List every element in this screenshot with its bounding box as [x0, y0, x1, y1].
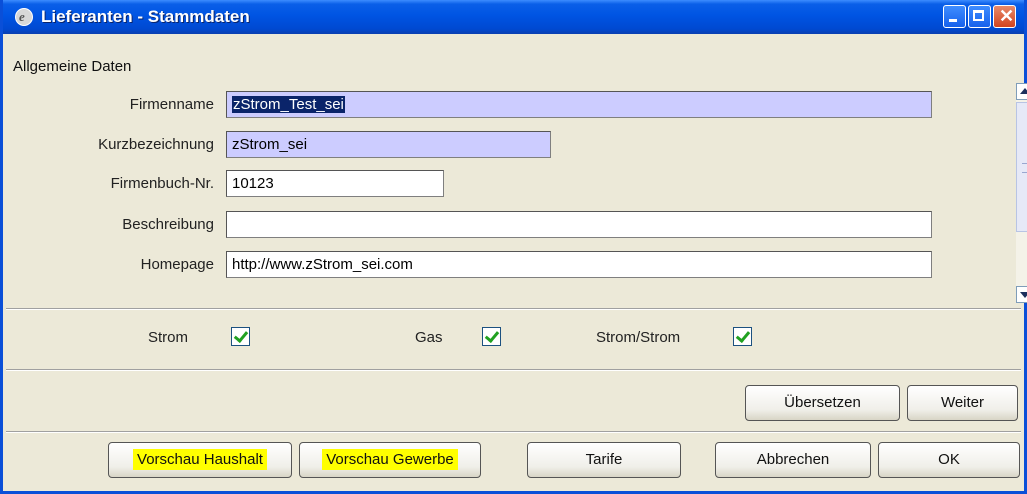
- close-icon[interactable]: ✕: [993, 5, 1016, 28]
- tarife-button[interactable]: Tarife: [527, 442, 681, 478]
- window-title: Lieferanten - Stammdaten: [41, 7, 250, 26]
- kurzbezeichnung-label: Kurzbezeichnung: [98, 136, 214, 153]
- title-bar[interactable]: e Lieferanten - Stammdaten ✕: [3, 0, 1024, 34]
- kurzbezeichnung-field[interactable]: zStrom_sei: [226, 131, 551, 158]
- gas-checkbox[interactable]: [482, 327, 501, 346]
- divider: [6, 308, 1021, 310]
- scroll-up-icon[interactable]: [1016, 83, 1027, 100]
- homepage-field[interactable]: http://www.zStrom_sei.com: [226, 251, 932, 278]
- beschreibung-label: Beschreibung: [122, 216, 214, 233]
- ok-button[interactable]: OK: [878, 442, 1020, 478]
- vorschau-haushalt-label: Vorschau Haushalt: [133, 449, 267, 470]
- divider: [6, 431, 1021, 433]
- abbrechen-button[interactable]: Abbrechen: [715, 442, 871, 478]
- divider: [6, 369, 1021, 371]
- firmenname-value: zStrom_Test_sei: [232, 96, 345, 113]
- strom-label: Strom: [148, 329, 189, 346]
- firmenbuch-field[interactable]: 10123: [226, 170, 444, 197]
- dialog-window: e Lieferanten - Stammdaten ✕ Allgemeine …: [0, 0, 1027, 494]
- vorschau-haushalt-button[interactable]: Vorschau Haushalt: [108, 442, 292, 478]
- uebersetzen-button[interactable]: Übersetzen: [745, 385, 900, 421]
- weiter-button[interactable]: Weiter: [907, 385, 1018, 421]
- firmenname-label: Firmenname: [129, 96, 214, 113]
- vertical-scrollbar[interactable]: [1016, 83, 1027, 303]
- vorschau-gewerbe-label: Vorschau Gewerbe: [322, 449, 458, 470]
- minimize-icon[interactable]: [943, 5, 966, 28]
- scroll-thumb[interactable]: [1016, 102, 1027, 232]
- firmenname-field[interactable]: zStrom_Test_sei: [226, 91, 932, 118]
- maximize-icon[interactable]: [968, 5, 991, 28]
- section-title: Allgemeine Daten: [13, 58, 132, 75]
- strom-strom-label: Strom/Strom: [596, 329, 681, 346]
- strom-checkbox[interactable]: [231, 327, 250, 346]
- gas-label: Gas: [415, 329, 443, 346]
- scroll-down-icon[interactable]: [1016, 286, 1027, 303]
- vorschau-gewerbe-button[interactable]: Vorschau Gewerbe: [299, 442, 481, 478]
- grip-icon: [1022, 163, 1027, 173]
- app-logo-icon: e: [15, 8, 33, 26]
- homepage-label: Homepage: [140, 256, 214, 273]
- firmenbuch-label: Firmenbuch-Nr.: [110, 175, 214, 192]
- strom-strom-checkbox[interactable]: [733, 327, 752, 346]
- beschreibung-field[interactable]: [226, 211, 932, 238]
- general-data-panel: Firmenname zStrom_Test_sei Kurzbezeichnu…: [6, 80, 1021, 306]
